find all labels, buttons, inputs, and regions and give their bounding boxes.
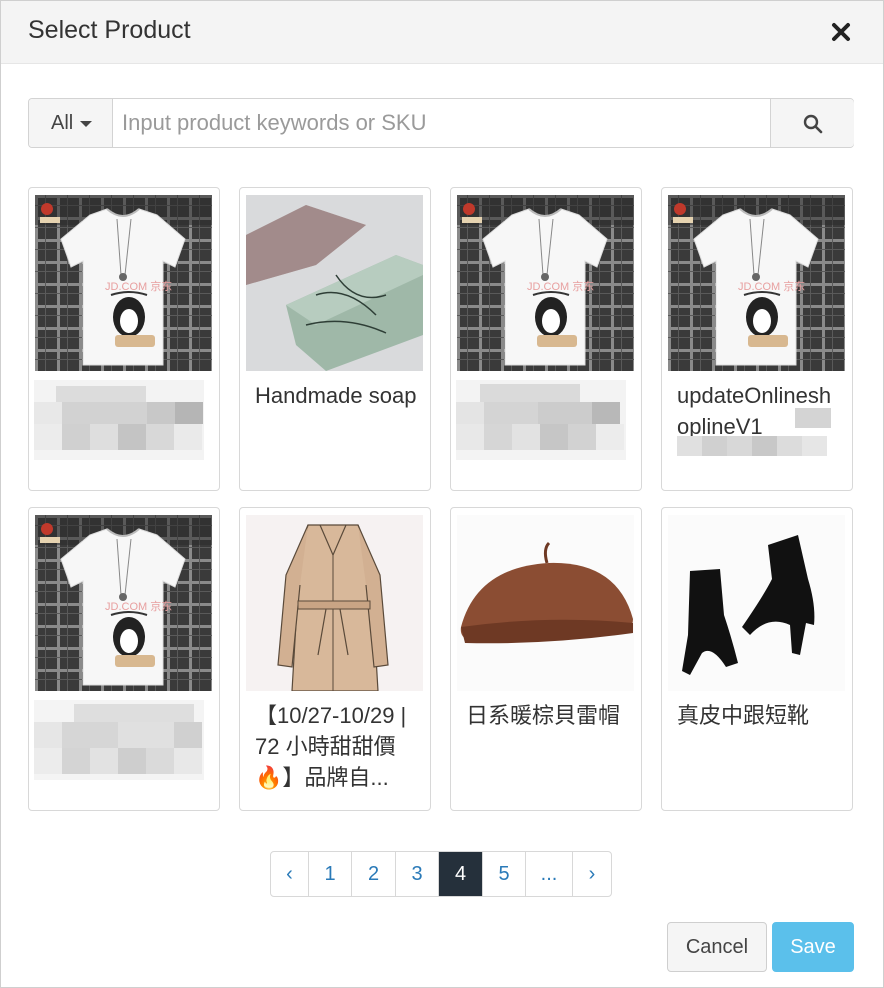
obscured-product-name [456, 380, 626, 460]
close-icon [832, 23, 850, 41]
pagination-page-2[interactable]: 2 [352, 852, 396, 896]
product-card[interactable]: 【10/27-10/29 | 72 小時甜甜價🔥】品牌自... [239, 507, 431, 811]
pagination: ‹ 1 2 3 4 5 ... › [270, 851, 612, 897]
product-card[interactable] [450, 187, 642, 491]
save-button[interactable]: Save [772, 922, 854, 972]
pagination-ellipsis[interactable]: ... [526, 852, 573, 896]
pagination-page-4[interactable]: 4 [439, 852, 483, 896]
product-card[interactable] [28, 187, 220, 491]
select-product-modal: Select Product All Input product keyword… [0, 0, 884, 988]
cancel-button[interactable]: Cancel [667, 922, 767, 972]
obscured-product-name [677, 408, 842, 458]
product-name: 日系暖棕貝雷帽 [466, 703, 621, 728]
filter-dropdown[interactable]: All [29, 99, 113, 147]
product-image [35, 515, 212, 691]
filter-dropdown-label: All [51, 112, 74, 134]
obscured-product-name [34, 700, 204, 780]
chevron-down-icon [80, 121, 92, 127]
pagination-page-1[interactable]: 1 [309, 852, 352, 896]
product-card[interactable] [28, 507, 220, 811]
product-image [668, 515, 845, 691]
search-icon [803, 114, 823, 134]
product-name: 【10/27-10/29 | 72 小時甜甜價🔥】品牌自... [255, 703, 407, 790]
close-button[interactable] [827, 18, 855, 46]
product-name: Handmade soap [255, 383, 417, 408]
product-image [246, 195, 423, 371]
product-image [457, 515, 634, 691]
product-card[interactable]: 日系暖棕貝雷帽 [450, 507, 642, 811]
pagination-next[interactable]: › [573, 852, 611, 896]
product-image [668, 195, 845, 371]
product-image [246, 515, 423, 691]
obscured-product-name [34, 380, 204, 460]
pagination-page-5[interactable]: 5 [483, 852, 526, 896]
product-name: 真皮中跟短靴 [677, 703, 810, 728]
modal-header: Select Product [1, 1, 883, 64]
product-card[interactable]: Handmade soap [239, 187, 431, 491]
product-image [35, 195, 212, 371]
pagination-page-3[interactable]: 3 [396, 852, 439, 896]
search-button[interactable] [770, 99, 854, 147]
modal-title: Select Product [28, 16, 191, 44]
product-card[interactable]: updateOnlineshoplineV1 [661, 187, 853, 491]
search-input[interactable] [113, 99, 771, 147]
search-bar: All [28, 98, 854, 148]
pagination-prev[interactable]: ‹ [271, 852, 309, 896]
product-card[interactable]: 真皮中跟短靴 [661, 507, 853, 811]
product-image [457, 195, 634, 371]
